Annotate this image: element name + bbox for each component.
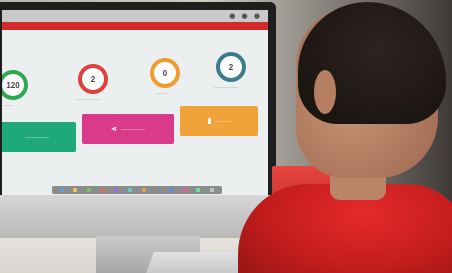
action-tile-1[interactable]: ———————— bbox=[2, 122, 76, 152]
stat-label-1: ——— bbox=[4, 103, 13, 107]
app-header-bar bbox=[2, 22, 268, 30]
stat-value-1: 120 bbox=[6, 80, 20, 90]
stat-value-4: 2 bbox=[228, 62, 234, 72]
stat-circle-2[interactable]: 2 bbox=[78, 64, 108, 94]
tile-label-3: ————— bbox=[215, 119, 231, 123]
stat-circle-3[interactable]: 0 bbox=[150, 58, 180, 88]
stat-label-2: ———————— bbox=[76, 97, 100, 101]
stat-value-3: 0 bbox=[162, 68, 168, 78]
stat-value-2: 2 bbox=[90, 74, 96, 84]
stat-circle-1[interactable]: 120 bbox=[2, 70, 28, 100]
share-icon: ⋖ bbox=[111, 126, 117, 133]
stat-circle-4[interactable]: 2 bbox=[216, 52, 246, 82]
window-controls-icon[interactable]: ● ● ● bbox=[229, 12, 262, 20]
app-top-bar: ● ● ● bbox=[2, 10, 268, 22]
tile-label-2: ———————— bbox=[120, 127, 145, 131]
person-ear bbox=[314, 70, 336, 114]
stat-label-3: ———— bbox=[156, 91, 168, 95]
bookmark-icon: ▮ bbox=[207, 118, 212, 125]
stat-label-4: ———————— bbox=[214, 85, 238, 89]
monitor-screen: ● ● ● 120 ——— 2 ———————— 0 ———— 2 ——————… bbox=[2, 10, 268, 195]
photo-scene: ● ● ● 120 ——— 2 ———————— 0 ———— 2 ——————… bbox=[0, 0, 452, 273]
monitor-chin bbox=[0, 195, 276, 238]
action-tile-2[interactable]: ⋖ ———————— bbox=[82, 114, 174, 144]
action-tile-3[interactable]: ▮ ————— bbox=[180, 106, 258, 136]
monitor: ● ● ● 120 ——— 2 ———————— 0 ———— 2 ——————… bbox=[0, 2, 276, 238]
app-dock[interactable] bbox=[52, 186, 222, 194]
tile-label-1: ———————— bbox=[25, 135, 49, 139]
